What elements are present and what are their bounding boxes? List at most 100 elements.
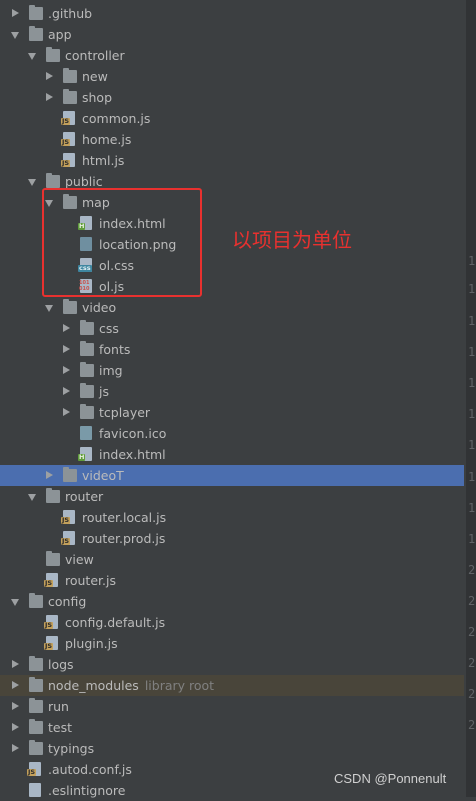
tree-item-label: controller xyxy=(65,48,125,63)
chevron-right-icon[interactable] xyxy=(62,360,72,381)
tree-folder-row[interactable]: view xyxy=(0,549,464,570)
tree-item-label: html.js xyxy=(82,153,125,168)
tree-folder-row[interactable]: .github xyxy=(0,3,464,24)
chevron-down-icon[interactable] xyxy=(28,486,38,507)
tree-item-label: img xyxy=(99,363,123,378)
folder-icon xyxy=(80,404,94,419)
folder-icon xyxy=(46,488,60,503)
tree-file-row[interactable]: favicon.ico xyxy=(0,423,464,444)
tree-item-label: logs xyxy=(48,657,74,672)
tree-item-label: view xyxy=(65,552,94,567)
folder-icon xyxy=(46,551,60,566)
js-file-icon: JS xyxy=(61,510,75,524)
folder-icon xyxy=(63,68,77,83)
tree-file-row[interactable]: Hindex.html xyxy=(0,444,464,465)
tree-folder-row[interactable]: css xyxy=(0,318,464,339)
tree-item-label: fonts xyxy=(99,342,131,357)
tree-item-label: shop xyxy=(82,90,113,105)
chevron-right-icon[interactable] xyxy=(11,654,21,675)
js-file-icon: JS xyxy=(61,153,75,167)
chevron-right-icon[interactable] xyxy=(62,339,72,360)
tree-folder-row[interactable]: logs xyxy=(0,654,464,675)
tree-file-row[interactable]: JS plugin.js xyxy=(0,633,464,654)
js-file-icon: JS xyxy=(61,531,75,545)
tree-item-label: app xyxy=(48,27,72,42)
tree-file-row[interactable]: JS home.js xyxy=(0,129,464,150)
tree-item-label: typings xyxy=(48,741,95,756)
tree-item-label: router.local.js xyxy=(82,510,167,525)
tree-item-label: .eslintignore xyxy=(48,783,126,798)
tree-file-row[interactable]: JS config.default.js xyxy=(0,612,464,633)
chevron-right-icon[interactable] xyxy=(45,66,55,87)
tree-folder-row[interactable]: controller xyxy=(0,45,464,66)
project-tree[interactable]: .github app controller new shop JS common.js JS… xyxy=(0,3,464,801)
tree-file-row[interactable]: JS router.local.js xyxy=(0,507,464,528)
js-file-icon: JS xyxy=(27,762,41,776)
folder-icon xyxy=(63,299,77,314)
tree-file-row[interactable]: JS common.js xyxy=(0,108,464,129)
tree-item-label: video xyxy=(82,300,117,315)
tree-folder-row[interactable]: typings xyxy=(0,738,464,759)
gutter-line-number: 1 xyxy=(468,282,476,296)
folder-icon xyxy=(29,677,43,692)
tree-folder-row[interactable]: new xyxy=(0,66,464,87)
chevron-down-icon[interactable] xyxy=(11,24,21,45)
tree-folder-row[interactable]: run xyxy=(0,696,464,717)
chevron-right-icon[interactable] xyxy=(11,738,21,759)
tree-folder-row[interactable]: node_modules library root xyxy=(0,675,464,696)
annotation-box xyxy=(42,188,202,297)
folder-icon xyxy=(80,362,94,377)
tree-item-label: tcplayer xyxy=(99,405,151,420)
tree-item-label: config xyxy=(48,594,87,609)
tree-folder-row[interactable]: js xyxy=(0,381,464,402)
chevron-right-icon[interactable] xyxy=(11,717,21,738)
chevron-down-icon[interactable] xyxy=(45,297,55,318)
tree-file-row[interactable]: JS html.js xyxy=(0,150,464,171)
folder-icon xyxy=(63,467,77,482)
js-file-icon: JS xyxy=(61,111,75,125)
tree-folder-row[interactable]: app xyxy=(0,24,464,45)
tree-item-label: css xyxy=(99,321,119,336)
folder-icon xyxy=(29,740,43,755)
text-file-icon xyxy=(29,783,41,797)
folder-icon xyxy=(29,698,43,713)
chevron-down-icon[interactable] xyxy=(28,45,38,66)
folder-icon xyxy=(29,656,43,671)
chevron-right-icon[interactable] xyxy=(11,3,21,24)
tree-folder-row[interactable]: config xyxy=(0,591,464,612)
js-file-icon: JS xyxy=(44,573,58,587)
tree-file-row[interactable]: JS router.js xyxy=(0,570,464,591)
chevron-right-icon[interactable] xyxy=(62,402,72,423)
tree-folder-row[interactable]: video xyxy=(0,297,464,318)
tree-item-label: common.js xyxy=(82,111,151,126)
tree-folder-row[interactable]: img xyxy=(0,360,464,381)
tree-folder-row[interactable]: videoT xyxy=(0,465,464,486)
folder-icon xyxy=(29,593,43,608)
js-file-icon: JS xyxy=(44,636,58,650)
chevron-right-icon[interactable] xyxy=(11,696,21,717)
tree-folder-row[interactable]: shop xyxy=(0,87,464,108)
annotation-text: 以项目为单位 xyxy=(232,228,352,252)
ico-file-icon xyxy=(80,426,92,440)
editor-gutter: 1 1 1 1 1 1 1 1 1 1 2 2 2 2 2 2 xyxy=(466,0,476,797)
tree-folder-row[interactable]: test xyxy=(0,717,464,738)
chevron-right-icon[interactable] xyxy=(11,675,21,696)
chevron-right-icon[interactable] xyxy=(62,381,72,402)
gutter-line-number: 1 xyxy=(468,501,476,515)
gutter-line-number: 1 xyxy=(468,345,476,359)
chevron-right-icon[interactable] xyxy=(45,465,55,486)
tree-folder-row[interactable]: tcplayer xyxy=(0,402,464,423)
watermark: CSDN @Ponnenult xyxy=(334,771,447,786)
chevron-down-icon[interactable] xyxy=(28,171,38,192)
tree-folder-row[interactable]: router xyxy=(0,486,464,507)
tree-item-label: router.prod.js xyxy=(82,531,166,546)
chevron-down-icon[interactable] xyxy=(11,591,21,612)
folder-icon xyxy=(80,341,94,356)
tree-item-label: test xyxy=(48,720,73,735)
tree-item-label: router xyxy=(65,489,104,504)
gutter-line-number: 1 xyxy=(468,314,476,328)
chevron-right-icon[interactable] xyxy=(62,318,72,339)
tree-folder-row[interactable]: fonts xyxy=(0,339,464,360)
tree-file-row[interactable]: JS router.prod.js xyxy=(0,528,464,549)
chevron-right-icon[interactable] xyxy=(45,87,55,108)
